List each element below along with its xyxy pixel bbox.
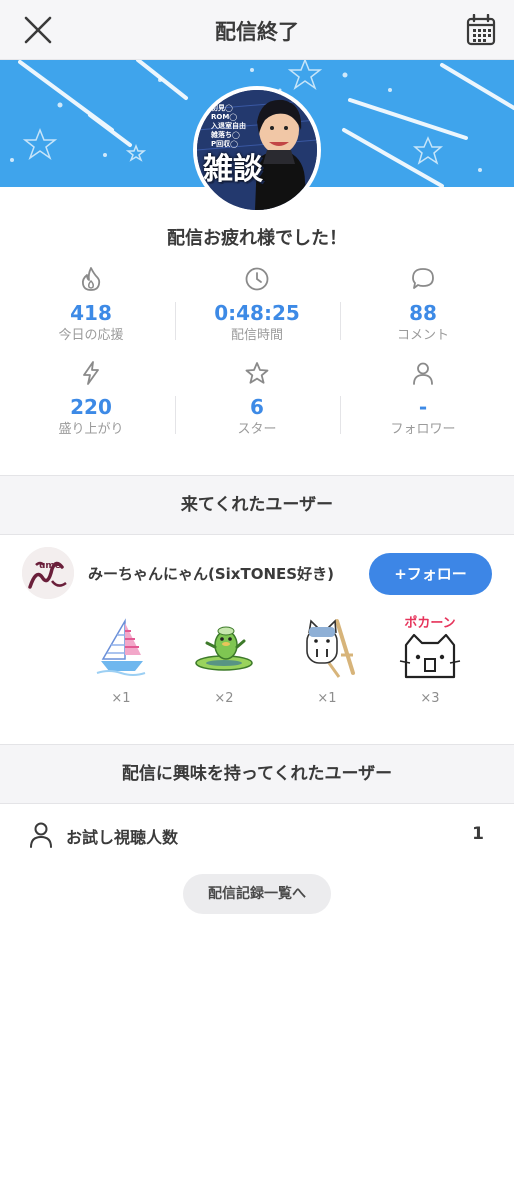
surfing-kappa-icon: [195, 626, 253, 671]
stat-label: フォロワー: [390, 422, 456, 437]
gift-count: ×1: [111, 691, 131, 706]
gift-item: ポカーン ×3: [390, 615, 470, 706]
avatar-note-line: 初見◯: [211, 104, 233, 112]
stat-value: 6: [250, 395, 264, 419]
stat-duration: 0:48:25 配信時間: [173, 266, 341, 344]
lightning-icon: [83, 361, 99, 385]
stat-label: スター: [237, 422, 277, 437]
stat-label: 盛り上がり: [58, 422, 124, 437]
gift-count: ×1: [317, 691, 337, 706]
flame-icon: [81, 267, 101, 291]
visitor-name[interactable]: みーちゃんにゃん(SixTONES好き): [88, 563, 334, 584]
divider: [340, 396, 341, 434]
gift-caption: ポカーン: [404, 616, 456, 631]
cat-on-chair-icon: [306, 619, 355, 678]
gift-item: ×1: [81, 615, 161, 706]
sailboat-icon: [96, 618, 146, 676]
person-icon: [413, 362, 433, 385]
follow-button[interactable]: +フォロー: [369, 553, 492, 595]
stat-comments: 88 コメント: [339, 266, 507, 344]
stat-value: 418: [70, 301, 112, 325]
stat-value: 88: [409, 301, 437, 325]
avatar-note-line: P回収◯: [211, 140, 238, 148]
stat-value: -: [418, 395, 428, 419]
avatar-note-line: ROM◯: [211, 113, 238, 121]
stat-label: コメント: [396, 328, 449, 343]
divider: [340, 302, 341, 340]
visitor-avatar[interactable]: ume: [22, 547, 74, 599]
person-icon: [30, 822, 52, 848]
trial-viewers-label: お試し視聴人数: [66, 828, 179, 847]
stat-excitement: 220 盛り上がり: [7, 360, 175, 438]
stat-stars: 6 スター: [173, 360, 341, 438]
visitor-row: ume みーちゃんにゃん(SixTONES好き) +フォロー: [0, 545, 514, 601]
stream-history-button[interactable]: 配信記録一覧へ: [183, 874, 331, 914]
streamer-avatar[interactable]: 初見◯ ROM◯ 入退室自由 雑落ち◯ P回収◯ 雑談: [197, 90, 317, 210]
stat-value: 220: [70, 395, 112, 419]
pokan-cat-icon: [399, 633, 461, 679]
gift-count: ×3: [420, 691, 440, 706]
gift-count: ×2: [214, 691, 234, 706]
avatar-title-text: 雑談: [203, 152, 263, 187]
trial-viewers-count: 1: [472, 824, 484, 844]
clock-icon: [245, 267, 269, 291]
trial-viewers-row: お試し視聴人数 1: [0, 810, 514, 860]
stat-label: 今日の応援: [58, 328, 124, 343]
header-bar: 配信終了: [0, 0, 514, 60]
gift-item: ×1: [287, 615, 367, 706]
interested-heading: 配信に興味を持ってくれたユーザー: [0, 744, 514, 804]
stat-label: 配信時間: [230, 328, 283, 343]
visitors-heading: 来てくれたユーザー: [0, 475, 514, 535]
avatar-note-line: 雑落ち◯: [211, 131, 240, 139]
comment-icon: [412, 268, 434, 289]
star-icon: [245, 362, 269, 384]
stat-followers: - フォロワー: [339, 360, 507, 438]
visitor-avatar-text: ume: [39, 561, 61, 571]
divider: [175, 302, 176, 340]
calendar-icon[interactable]: [466, 14, 496, 46]
page-title: 配信終了: [215, 20, 299, 44]
gift-item: ×2: [184, 615, 264, 706]
stat-support: 418 今日の応援: [7, 266, 175, 344]
avatar-notes: 初見◯ ROM◯ 入退室自由 雑落ち◯ P回収◯: [211, 104, 261, 149]
avatar-note-line: 入退室自由: [211, 122, 246, 130]
divider: [175, 396, 176, 434]
greeting-text: 配信お疲れ様でした！: [167, 228, 347, 249]
stat-value: 0:48:25: [214, 301, 300, 325]
